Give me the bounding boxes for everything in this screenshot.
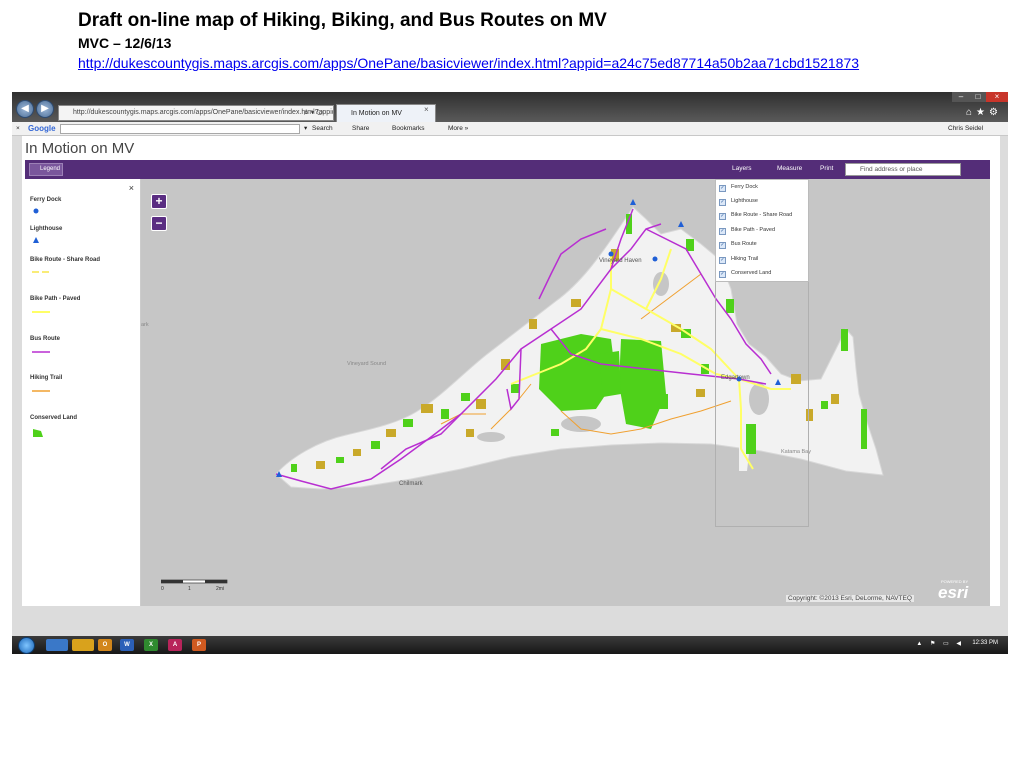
layer-toggle-bike-paved[interactable]: ✓ Bike Path - Paved bbox=[719, 225, 775, 235]
tab-in-motion[interactable]: In Motion on MV bbox=[336, 104, 436, 122]
scale-tick-1: 1 bbox=[188, 586, 191, 592]
app-toolbar: Legend Layers Measure Print Find address… bbox=[25, 160, 990, 179]
legend-label-lighthouse: Lighthouse bbox=[30, 226, 63, 232]
legend-label-conserved: Conserved Land bbox=[30, 415, 78, 421]
label-edge: ark bbox=[141, 322, 149, 328]
slide-subtitle: MVC – 12/6/13 bbox=[78, 35, 172, 51]
hiking-line-icon bbox=[32, 390, 50, 392]
toolbar-more-button[interactable]: More » bbox=[448, 122, 468, 135]
windows-taskbar: O W X A P ▲ ⚑ ▭ ◀ 12:33 PM bbox=[12, 636, 1008, 654]
checkbox-icon[interactable]: ✓ bbox=[719, 242, 726, 249]
tab-close-icon[interactable]: × bbox=[424, 105, 429, 114]
taskbar-access-icon[interactable]: A bbox=[168, 639, 182, 651]
checkbox-icon[interactable]: ✓ bbox=[719, 213, 726, 220]
layer-toggle-conserved[interactable]: ✓ Conserved Land bbox=[719, 268, 771, 278]
scale-tick-0: 0 bbox=[161, 586, 164, 592]
map-canvas[interactable]: + − Vineyard Haven Edgartown Chilmark Vi… bbox=[141, 179, 990, 606]
taskbar-powerpoint-icon[interactable]: P bbox=[192, 639, 206, 651]
map-copyright: Copyright: ©2013 Esri, DeLorme, NAVTEQ bbox=[786, 595, 914, 602]
scale-tick-2: 2mi bbox=[216, 586, 225, 592]
island-map bbox=[275, 199, 884, 490]
bus-line-icon bbox=[32, 351, 50, 353]
legend-button[interactable]: Legend bbox=[29, 163, 63, 176]
home-star-gear-icon[interactable]: ⌂★⚙ bbox=[966, 107, 1002, 118]
slide-title: Draft on-line map of Hiking, Biking, and… bbox=[78, 10, 607, 31]
minimize-button[interactable]: – bbox=[952, 92, 970, 102]
label-vineyard-sound: Vineyard Sound bbox=[347, 361, 387, 367]
legend-label-bike-paved: Bike Path - Paved bbox=[30, 296, 81, 302]
map-link[interactable]: http://dukescountygis.maps.arcgis.com/ap… bbox=[78, 55, 859, 71]
taskbar-word-icon[interactable]: W bbox=[120, 639, 134, 651]
ferry-dot-icon bbox=[33, 208, 39, 214]
esri-logo: esri bbox=[938, 583, 969, 602]
toolbar-user[interactable]: Chris Seidel bbox=[948, 122, 983, 135]
layers-dropdown: ✓ Ferry Dock ✓ Lighthouse ✓ Bike Route - Sh… bbox=[715, 179, 809, 282]
screenshot: ◀ ▶ http://dukescountygis.maps.arcgis.co… bbox=[12, 92, 1008, 654]
legend-label-bus: Bus Route bbox=[30, 336, 60, 342]
layer-toggle-ferry[interactable]: ✓ Ferry Dock bbox=[719, 182, 758, 192]
legend-label-ferry: Ferry Dock bbox=[30, 197, 62, 203]
measure-button[interactable]: Measure bbox=[777, 164, 802, 174]
address-controls-icon[interactable]: ⌕ ▾ ↻ bbox=[304, 105, 323, 120]
google-search-input[interactable] bbox=[60, 124, 300, 134]
toolbar-search-button[interactable]: Search bbox=[312, 122, 333, 135]
toolbar-close-icon[interactable]: × bbox=[16, 122, 20, 135]
legend-label-bike-share: Bike Route - Share Road bbox=[30, 257, 101, 263]
system-tray-icons[interactable]: ▲ ⚑ ▭ ◀ bbox=[916, 640, 964, 647]
lighthouse-triangle-icon bbox=[33, 237, 39, 243]
web-page: In Motion on MV Legend Layers Measure Pr… bbox=[22, 136, 1000, 606]
checkbox-icon[interactable]: ✓ bbox=[719, 199, 726, 206]
label-chilmark: Chilmark bbox=[399, 481, 423, 487]
checkbox-icon[interactable]: ✓ bbox=[719, 185, 726, 192]
layer-toggle-bike-share[interactable]: ✓ Bike Route - Share Road bbox=[719, 210, 792, 220]
taskbar-explorer-icon[interactable] bbox=[72, 639, 94, 651]
legend-label-hiking: Hiking Trail bbox=[30, 375, 63, 381]
layer-toggle-lighthouse[interactable]: ✓ Lighthouse bbox=[719, 196, 758, 206]
checkbox-icon[interactable]: ✓ bbox=[719, 228, 726, 235]
close-window-button[interactable]: × bbox=[986, 92, 1008, 102]
forward-button[interactable]: ▶ bbox=[36, 100, 54, 118]
toolbar-share-button[interactable]: Share bbox=[352, 122, 369, 135]
toolbar-dropdown-icon[interactable]: ▾ bbox=[304, 122, 307, 135]
legend-panel: × Ferry Dock Lighthouse Bike Route - Sha… bbox=[25, 179, 141, 606]
toolbar-bookmarks-button[interactable]: Bookmarks bbox=[392, 122, 425, 135]
back-button[interactable]: ◀ bbox=[16, 100, 34, 118]
find-address-input[interactable]: Find address or place bbox=[845, 163, 961, 176]
start-button[interactable] bbox=[18, 637, 35, 654]
bike-paved-line-icon bbox=[32, 311, 50, 313]
layer-toggle-hiking[interactable]: ✓ Hiking Trail bbox=[719, 254, 758, 264]
taskbar-outlook-icon[interactable]: O bbox=[98, 639, 112, 651]
zoom-out-button[interactable]: − bbox=[151, 216, 167, 231]
scale-bar: 0 1 2mi bbox=[160, 579, 231, 592]
layer-toggle-bus[interactable]: ✓ Bus Route bbox=[719, 239, 757, 249]
taskbar-clock[interactable]: 12:33 PM bbox=[972, 640, 998, 646]
layers-panel-outline bbox=[715, 282, 809, 527]
conserved-land-icon bbox=[33, 429, 43, 437]
google-toolbar: × Google ▾ Search Share Bookmarks More »… bbox=[12, 122, 1008, 136]
layers-button[interactable]: Layers bbox=[732, 164, 752, 174]
taskbar-ie-icon[interactable] bbox=[46, 639, 68, 651]
print-button[interactable]: Print bbox=[820, 164, 833, 174]
maximize-button[interactable]: □ bbox=[970, 92, 986, 102]
scale-bar-graphic bbox=[160, 579, 228, 584]
bike-share-line-icon bbox=[32, 271, 50, 273]
browser-titlebar: ◀ ▶ http://dukescountygis.maps.arcgis.co… bbox=[12, 92, 1008, 122]
zoom-in-button[interactable]: + bbox=[151, 194, 167, 209]
taskbar-excel-icon[interactable]: X bbox=[144, 639, 158, 651]
checkbox-icon[interactable]: ✓ bbox=[719, 271, 726, 278]
label-vineyard-haven: Vineyard Haven bbox=[599, 258, 642, 264]
checkbox-icon[interactable]: ✓ bbox=[719, 257, 726, 264]
page-title: In Motion on MV bbox=[25, 140, 135, 157]
address-bar[interactable]: http://dukescountygis.maps.arcgis.com/ap… bbox=[58, 105, 334, 121]
legend-close-icon[interactable]: × bbox=[129, 183, 134, 193]
google-logo: Google bbox=[28, 124, 56, 133]
